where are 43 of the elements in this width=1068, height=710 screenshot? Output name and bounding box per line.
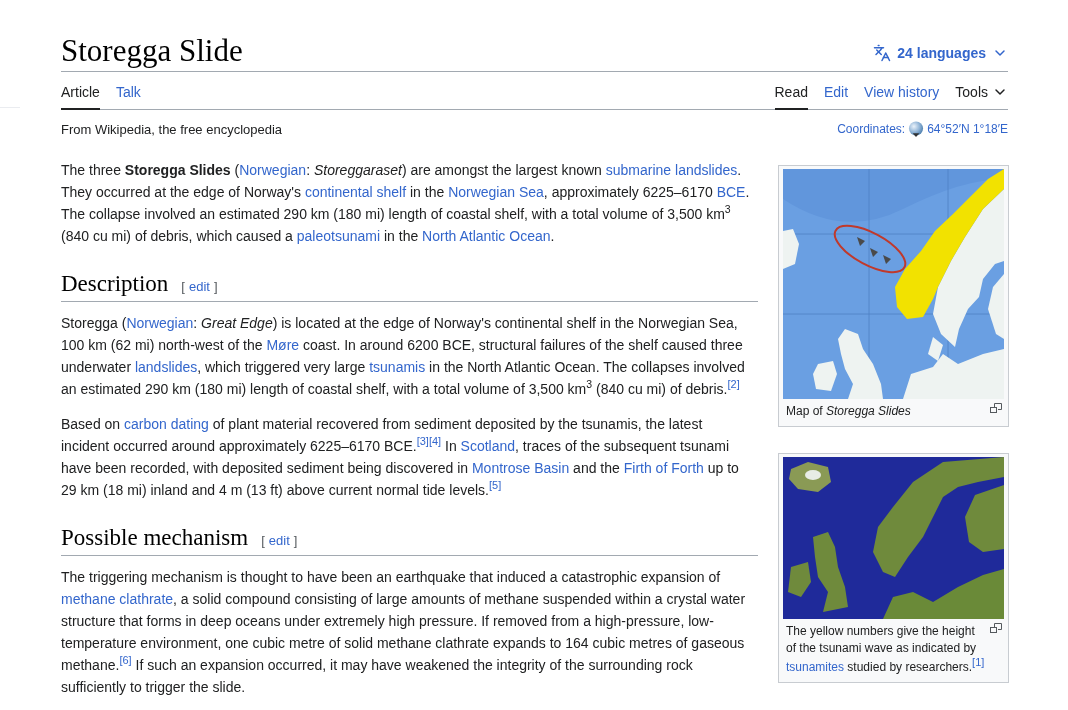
- paragraph: Based on carbon dating of plant material recovered from sediment deposited by the tsunamis, the latest incident occurred around approximately 6225–6170 BCE.$^{[3]}$$^{[4]}$ In Scotland, traces of the subsequent tsunami have been recorded, with deposited sediment being discovered in Montrose Basin and the Firth of Forth up to 29 km (18 mi) inland and 4 m (13 ft) above current normal tide levels.$^{[5]}$: [61, 415, 740, 500]
- globe-icon: [908, 121, 925, 137]
- section-heading: Possible mechanism: [61, 524, 249, 552]
- reference-link[interactable]: [2]: [727, 378, 740, 391]
- page-title: Storegga Slide: [61, 33, 243, 69]
- article-link[interactable]: carbon dating: [124, 416, 209, 432]
- article-link[interactable]: Møre: [266, 337, 300, 353]
- article-link[interactable]: Montrose Basin: [471, 460, 570, 476]
- enlarge-icon[interactable]: [990, 623, 1002, 633]
- tagline: From Wikipedia, the free encyclopedia: [61, 121, 283, 137]
- edit-section-link[interactable]: [ edit ]: [261, 533, 298, 548]
- tab[interactable]: Read: [774, 72, 808, 110]
- tab[interactable]: Edit: [823, 72, 849, 110]
- paragraph: The three Storegga Slides (Norwegian: Storeggaraset) are amongst the largest known submarine landslides. They occurred at the edge of Norway's continental shelf in the Norwegian Sea, approximately 6225–6170 BCE. The collapse involved an estimated 290 km (180 mi) length of coastal shelf, with a total volume of 3,500 km$^{3}$ (840 cu mi) of debris, which caused a paleotsunami in the North Atlantic Ocean.: [61, 161, 751, 246]
- menu-button[interactable]: Tools: [955, 72, 1008, 110]
- coordinates-label[interactable]: Coordinates:: [837, 122, 906, 136]
- reference-link[interactable]: [3]: [416, 435, 429, 448]
- article-link[interactable]: continental shelf: [304, 184, 407, 200]
- reference-link[interactable]: [1]: [972, 656, 985, 668]
- translate-icon: [873, 44, 892, 62]
- enlarge-icon[interactable]: [990, 403, 1002, 413]
- article-link[interactable]: Norwegian Sea: [448, 184, 544, 200]
- article-link[interactable]: methane clathrate: [61, 591, 174, 607]
- article-link[interactable]: Norwegian: [239, 162, 307, 178]
- language-button[interactable]: 24 languages: [873, 44, 1008, 62]
- reference-link[interactable]: [4]: [428, 435, 442, 448]
- reference-link[interactable]: [6]: [119, 654, 132, 667]
- image-caption: Map of Storegga Slides: [786, 403, 912, 420]
- tab[interactable]: Talk: [115, 72, 141, 110]
- paragraph: Storegga (Norwegian: Great Edge) is located at the edge of Norway's continental shelf in the Norwegian Sea, 100 km (62 mi) north-west of the Møre coast. In around 6200 BCE, structural failures of the shelf caused three underwater landslides, which triggered very large tsunamis in the North Atlantic Ocean. The collapses involved an estimated 290 km (180 mi) length of coastal shelf, with a total volume of 3,500 km$^{3}$ (840 cu mi) of debris.$^{[2]}$: [61, 314, 746, 399]
- tab[interactable]: Article: [61, 72, 100, 110]
- article-link[interactable]: tsunamis: [369, 359, 426, 375]
- edit-section-link[interactable]: [ edit ]: [181, 279, 218, 294]
- tab[interactable]: View history: [864, 72, 940, 110]
- article-link[interactable]: North Atlantic Ocean: [422, 228, 551, 244]
- paragraph: The triggering mechanism is thought to have been an earthquake that induced a catastrophic expansion of methane clathrate, a solid compound consisting of large amounts of methane suspended within a crystal water structure that forms in deep oceans under extremely high pressure. If removed from a high-pressure, low-temperature environment, one cubic metre of solid methane clathrate expands to 164 cubic metres of gaseous methane.$^{[6]}$ If such an expansion occurred, it may have weakened the integrity of the surrounding rock sufficiently to trigger the slide.: [61, 568, 747, 697]
- article-link[interactable]: Firth of Forth: [623, 460, 704, 476]
- article-link[interactable]: Scotland: [460, 438, 516, 454]
- article-link[interactable]: tsunamites: [786, 660, 845, 674]
- coordinates-link[interactable]: 64°52′N 1°18′E: [927, 122, 1008, 136]
- article-link[interactable]: paleotsunami: [296, 228, 381, 244]
- reference-link[interactable]: [5]: [489, 479, 502, 492]
- section-heading: Description: [61, 270, 169, 298]
